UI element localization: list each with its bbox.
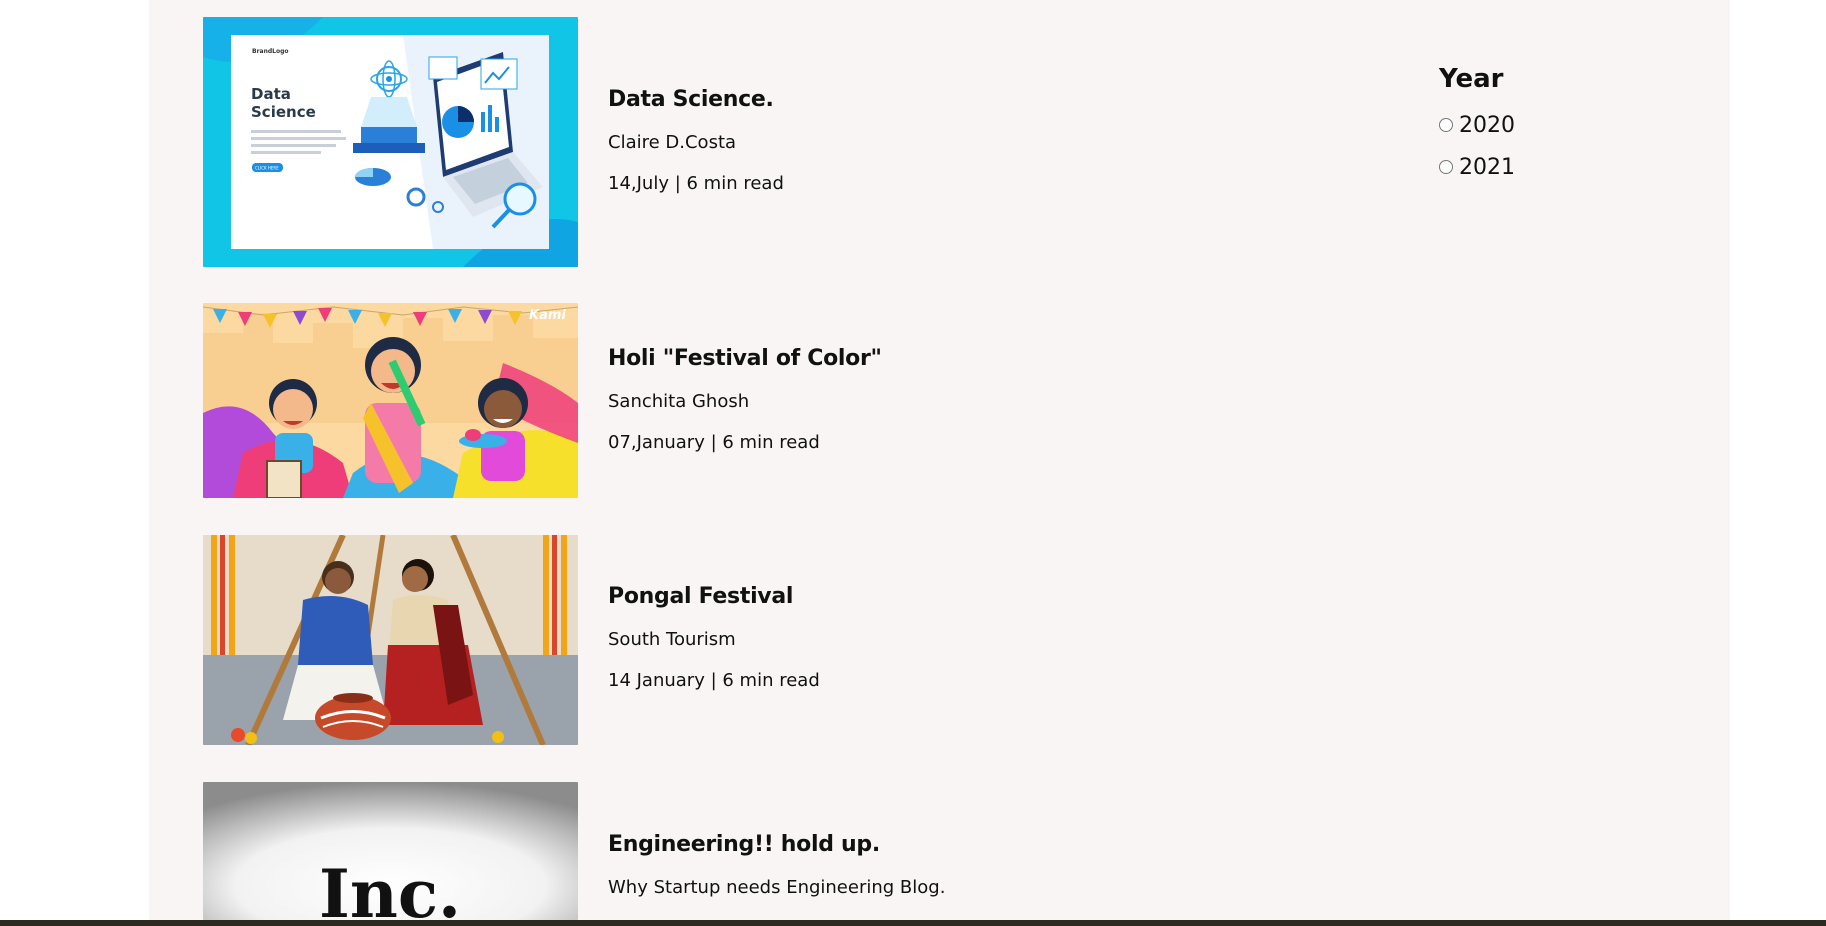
post-title[interactable]: Holi "Festival of Color" (608, 346, 882, 371)
post-title[interactable]: Data Science. (608, 87, 784, 112)
post-title[interactable]: Engineering!! hold up. (608, 832, 945, 857)
post-subtitle: Why Startup needs Engineering Blog. (608, 877, 946, 898)
image-heading-line2: Science (251, 103, 316, 121)
post-date: 14,July | 6 min read (608, 173, 784, 194)
post-thumbnail-data-science[interactable]: BrandLogo Data Science CLICK HERE (203, 17, 578, 267)
post-card-data-science[interactable]: BrandLogo Data Science CLICK HERE Data S… (203, 17, 1123, 267)
radio-2021[interactable] (1439, 160, 1453, 174)
post-title[interactable]: Pongal Festival (608, 584, 820, 609)
blog-list-panel: BrandLogo Data Science CLICK HERE Data S… (149, 0, 1730, 926)
year-filter: Year 2020 2021 (1439, 64, 1515, 188)
year-filter-heading: Year (1439, 64, 1504, 94)
post-author: Sanchita Ghosh (608, 391, 750, 412)
image-logo-text: Inc. (319, 855, 461, 920)
post-card-pongal[interactable]: Pongal Festival South Tourism 14 January… (203, 535, 1123, 745)
post-date: 14 January | 6 min read (608, 670, 820, 691)
image-button-text: CLICK HERE (255, 166, 279, 171)
year-option-2020[interactable]: 2020 (1439, 104, 1515, 146)
post-meta-holi: Holi "Festival of Color" Sanchita Ghosh … (608, 346, 882, 453)
year-option-label: 2020 (1459, 112, 1515, 138)
post-thumbnail-holi[interactable]: Kami (203, 303, 578, 498)
radio-2020[interactable] (1439, 118, 1453, 132)
post-meta-engineering: Engineering!! hold up. Why Startup needs… (608, 832, 945, 898)
post-meta-data-science: Data Science. Claire D.Costa 14,July | 6… (608, 87, 784, 194)
post-meta-pongal: Pongal Festival South Tourism 14 January… (608, 584, 820, 691)
image-brand-text: BrandLogo (252, 48, 289, 55)
post-author: South Tourism (608, 629, 736, 650)
image-heading-line1: Data (251, 85, 291, 103)
image-watermark: Kami (529, 308, 566, 323)
post-date: 07,January | 6 min read (608, 432, 820, 453)
year-option-label: 2021 (1459, 154, 1515, 180)
bottom-bar (0, 920, 1826, 926)
post-thumbnail-engineering[interactable]: Inc. (203, 782, 578, 920)
post-card-holi[interactable]: Kami Holi "Festival of Color" Sanchita G… (203, 303, 1123, 498)
post-thumbnail-pongal[interactable] (203, 535, 578, 745)
post-card-engineering[interactable]: Inc. Engineering!! hold up. Why Startup … (203, 782, 1123, 920)
year-option-2021[interactable]: 2021 (1439, 146, 1515, 188)
post-author: Claire D.Costa (608, 132, 737, 153)
